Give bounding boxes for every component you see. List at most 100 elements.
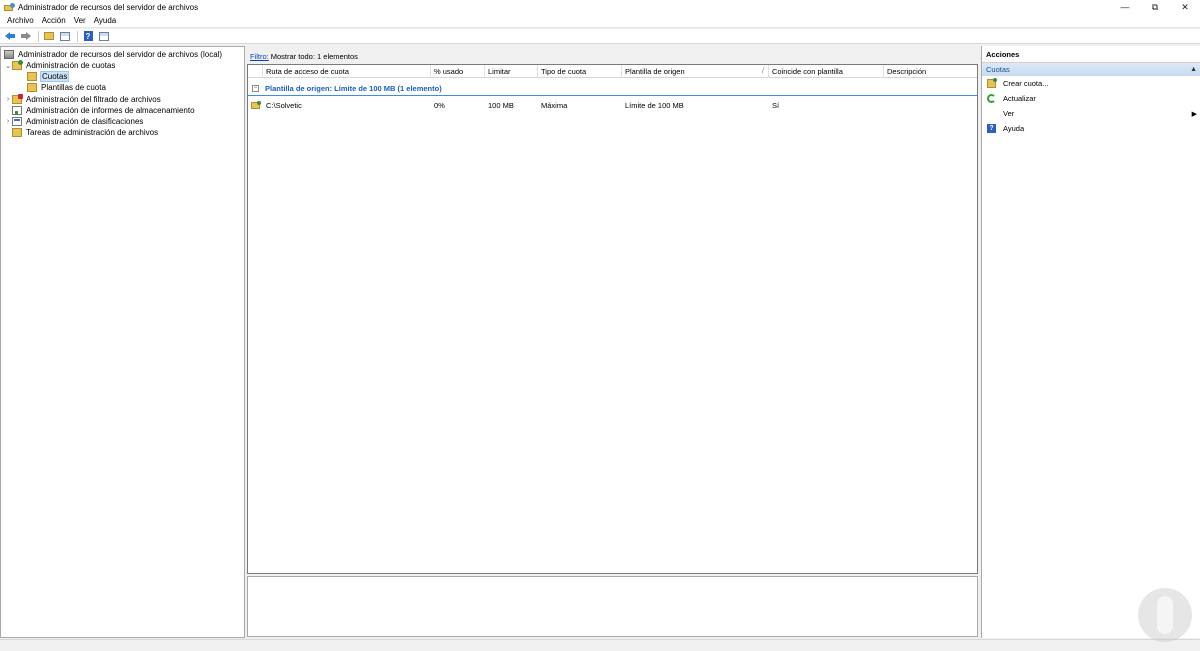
tree-item-storage-reports[interactable]: Administración de informes de almacenami… <box>12 105 196 116</box>
action-pane-icon <box>99 31 109 41</box>
column-header-row: Ruta de acceso de cuota % usado Limitar … <box>248 65 977 78</box>
column-header-quota-path[interactable]: Ruta de acceso de cuota <box>263 65 431 78</box>
column-header-icon[interactable] <box>248 65 263 78</box>
menu-ayuda[interactable]: Ayuda <box>90 16 121 25</box>
tree-item-label: Plantillas de cuota <box>41 83 106 92</box>
tree-item-label: Administración de cuotas <box>26 61 116 70</box>
quota-icon <box>251 101 261 109</box>
actions-pane: Acciones Cuotas ▲ Crear cuota... Actuali… <box>981 46 1200 638</box>
tree-item-file-tasks[interactable]: Tareas de administración de archivos <box>12 127 159 138</box>
action-label: Crear cuota... <box>1003 79 1049 88</box>
collapse-caret-icon[interactable]: ▲ <box>1190 63 1197 76</box>
tree-item-label: Administración del filtrado de archivos <box>26 95 161 104</box>
actions-section-label: Cuotas <box>986 65 1010 74</box>
up-level-button[interactable] <box>42 30 56 42</box>
expand-chevron-icon[interactable]: › <box>4 118 12 125</box>
file-server-app-icon <box>4 2 15 12</box>
group-collapse-icon[interactable]: − <box>252 85 259 92</box>
actions-title: Acciones <box>982 46 1200 63</box>
filter-link[interactable]: Filtro: <box>250 52 269 61</box>
table-row[interactable]: C:\Solvetic 0% 100 MB Máxima Límite de 1… <box>248 99 977 112</box>
restore-button[interactable]: ⧉ <box>1140 0 1170 14</box>
sort-indicator-icon: / <box>762 68 764 75</box>
minimize-button[interactable]: — <box>1110 0 1140 14</box>
cell-percent-used: 0% <box>434 101 445 110</box>
group-header[interactable]: − Plantilla de origen: Límite de 100 MB … <box>248 82 977 96</box>
cell-description <box>884 99 887 112</box>
submenu-arrow-icon: ▶ <box>1191 110 1197 118</box>
cell-quota-type: Máxima <box>541 101 568 110</box>
filter-bar: Filtro: Mostrar todo: 1 elementos <box>247 50 978 63</box>
action-label: Actualizar <box>1003 94 1036 103</box>
folder-up-icon <box>44 32 54 40</box>
tree-root-label: Administrador de recursos del servidor d… <box>18 50 223 59</box>
storage-reports-icon <box>12 106 22 115</box>
menu-bar: Archivo Acción Ver Ayuda <box>0 14 1200 28</box>
toolbar-separator <box>38 30 39 42</box>
quota-management-icon <box>12 60 23 70</box>
tree-item-classification[interactable]: › Administración de clasificaciones <box>4 116 144 127</box>
tree-item-quota-management[interactable]: ⌄ Administración de cuotas <box>4 60 116 71</box>
back-button[interactable] <box>3 30 17 42</box>
forward-arrow-icon <box>21 32 31 40</box>
file-screening-icon <box>12 94 23 104</box>
tree-item-label: Cuotas <box>40 71 70 82</box>
view-blank-icon <box>987 109 996 118</box>
help-button[interactable]: ? <box>81 30 95 42</box>
collapse-chevron-icon[interactable]: ⌄ <box>4 62 12 70</box>
column-header-quota-type[interactable]: Tipo de cuota <box>538 65 622 78</box>
toolbar: ? <box>0 29 1200 44</box>
help-icon: ? <box>83 31 93 41</box>
column-header-source-template[interactable]: Plantilla de origen / <box>622 65 769 78</box>
column-header-label: Plantilla de origen <box>625 67 685 76</box>
tree-item-label: Administración de clasificaciones <box>26 117 144 126</box>
show-hide-action-pane-button[interactable] <box>97 30 111 42</box>
action-refresh[interactable]: Actualizar <box>982 91 1200 106</box>
group-label: Plantilla de origen: Límite de 100 MB (1… <box>265 84 442 93</box>
help-icon: ? <box>987 124 996 133</box>
toolbar-separator <box>77 30 78 42</box>
tree-item-file-screening[interactable]: › Administración del filtrado de archivo… <box>4 94 162 105</box>
cell-matches-template: Sí <box>772 101 780 110</box>
expand-chevron-icon[interactable]: › <box>4 96 12 103</box>
details-pane <box>247 576 978 637</box>
watermark-logo <box>1138 588 1192 642</box>
menu-ver[interactable]: Ver <box>70 16 90 25</box>
window-title: Administrador de recursos del servidor d… <box>18 2 199 12</box>
quota-folder-icon <box>27 72 37 81</box>
action-create-quota[interactable]: Crear cuota... <box>982 76 1200 91</box>
console-tree-icon <box>60 31 70 41</box>
action-view[interactable]: Ver ▶ <box>982 106 1200 121</box>
tree-item-label: Administración de informes de almacenami… <box>26 106 195 115</box>
console-tree: Administrador de recursos del servidor d… <box>0 46 245 638</box>
column-header-matches-template[interactable]: Coincide con plantilla <box>769 65 884 78</box>
close-button[interactable]: ✕ <box>1170 0 1200 14</box>
status-bar <box>0 639 1200 651</box>
file-tasks-icon <box>12 128 22 137</box>
tree-item-quota-templates[interactable]: Plantillas de cuota <box>27 82 107 93</box>
classification-icon <box>12 117 22 126</box>
tree-item-quotas[interactable]: Cuotas <box>27 71 70 82</box>
menu-archivo[interactable]: Archivo <box>3 16 38 25</box>
action-label: Ver <box>1003 109 1015 118</box>
create-quota-icon <box>987 78 997 88</box>
cell-limit: 100 MB <box>488 101 514 110</box>
filter-text: Mostrar todo: 1 elementos <box>270 52 358 61</box>
quota-list: Ruta de acceso de cuota % usado Limitar … <box>247 64 978 574</box>
show-hide-tree-button[interactable] <box>58 30 72 42</box>
cell-quota-path: C:\Solvetic <box>266 101 302 110</box>
column-header-description[interactable]: Descripción <box>884 65 977 78</box>
column-header-limit[interactable]: Limitar <box>485 65 538 78</box>
title-bar: Administrador de recursos del servidor d… <box>0 0 1200 14</box>
refresh-icon <box>987 94 996 103</box>
back-arrow-icon <box>5 32 15 40</box>
cell-source-template: Límite de 100 MB <box>625 101 684 110</box>
forward-button[interactable] <box>19 30 33 42</box>
column-header-percent-used[interactable]: % usado <box>431 65 485 78</box>
template-folder-icon <box>27 83 37 92</box>
action-label: Ayuda <box>1003 124 1025 133</box>
action-help[interactable]: ? Ayuda <box>982 121 1200 136</box>
actions-section-cuotas[interactable]: Cuotas ▲ <box>982 63 1200 76</box>
menu-accion[interactable]: Acción <box>38 16 70 25</box>
tree-root[interactable]: Administrador de recursos del servidor d… <box>4 49 223 60</box>
